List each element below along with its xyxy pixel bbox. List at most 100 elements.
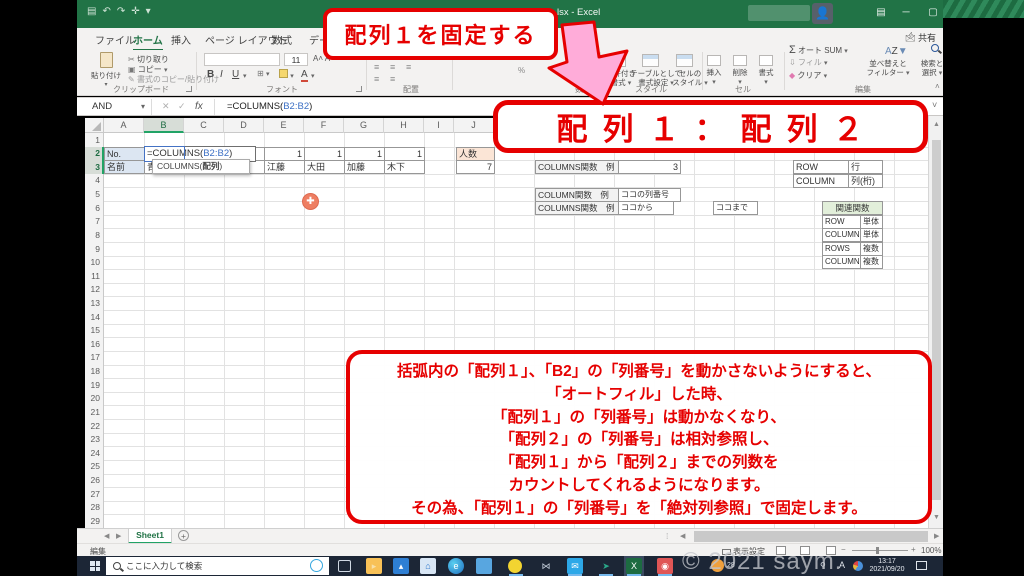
zoom-slider[interactable] [852, 550, 908, 551]
taskbar-search-input[interactable]: ここに入力して検索 [106, 557, 329, 575]
touch-mode-icon[interactable]: ✛ [131, 6, 139, 17]
row-header-4[interactable]: 4 [95, 175, 100, 185]
store-icon[interactable]: ⌂ [420, 558, 436, 574]
column-header-A[interactable]: A [104, 118, 144, 133]
avatar[interactable]: 👤 [812, 3, 833, 24]
photos-icon[interactable]: ▴ [393, 558, 409, 574]
column-header-I[interactable]: I [424, 118, 454, 133]
enter-icon[interactable]: ✓ [178, 101, 186, 112]
column-header-J[interactable]: J [454, 118, 494, 133]
row-header-1[interactable]: 1 [95, 135, 100, 145]
rowcol-key[interactable]: ROW [793, 160, 849, 174]
zoom-level[interactable]: 100% [921, 546, 941, 555]
mail-icon[interactable]: ✉ [567, 558, 583, 574]
row-header-26[interactable]: 26 [91, 475, 100, 485]
related-val[interactable]: 複数 [860, 255, 883, 270]
cancel-icon[interactable]: ✕ [162, 101, 170, 112]
notification-center-icon[interactable] [916, 561, 927, 570]
sort-filter-button[interactable]: 並べ替えと フィルター ▾ [867, 59, 910, 78]
related-val[interactable]: 単体 [860, 228, 883, 243]
cell-row3-1[interactable]: 江藤 [264, 160, 305, 174]
ribbon-tab-1[interactable]: ホーム [133, 32, 163, 52]
sheet-next-icon[interactable]: ▶ [116, 532, 121, 540]
row-header-19[interactable]: 19 [91, 380, 100, 390]
bold-button[interactable]: B [207, 69, 214, 80]
related-val[interactable]: 複数 [860, 241, 883, 256]
sheet-prev-icon[interactable]: ◀ [104, 532, 109, 540]
cell-styles-button[interactable]: セルの スタイル ▾ [672, 69, 708, 88]
name-box[interactable]: AND [92, 101, 112, 112]
row-header-16[interactable]: 16 [91, 339, 100, 349]
redo-icon[interactable]: ↷ [117, 6, 125, 17]
ribbon-display-options-icon[interactable]: ▤ [870, 5, 892, 21]
ribbon-tab-0[interactable]: ファイル [95, 32, 135, 47]
cell-row3-3[interactable]: 加藤 [344, 160, 385, 174]
row-header-7[interactable]: 7 [95, 216, 100, 226]
related-key[interactable]: COLUMN [822, 228, 861, 243]
sheet-tab[interactable]: Sheet1 [128, 529, 172, 544]
cortana-icon[interactable] [310, 559, 323, 572]
scroll-up-icon[interactable]: ▲ [933, 121, 940, 128]
row-header-11[interactable]: 11 [91, 271, 100, 281]
task-view-icon[interactable] [338, 560, 351, 572]
row-header-27[interactable]: 27 [91, 489, 100, 499]
tab-splitter[interactable]: ⁞ [666, 531, 668, 541]
zoom-in-icon[interactable]: + [911, 545, 916, 554]
format-cells-button[interactable]: 書式 ▾ [759, 68, 774, 87]
app-icon-wings[interactable]: ⋈ [538, 558, 554, 574]
file-explorer-icon[interactable]: ▸ [366, 558, 382, 574]
table1-label[interactable]: COLUMNS関数 例 [535, 160, 619, 174]
table3-to[interactable]: ココまで [713, 201, 758, 215]
clear-button[interactable]: ◆ クリア ▾ [789, 70, 827, 81]
save-icon[interactable]: ▤ [87, 6, 96, 17]
cell-row3-4[interactable]: 木下 [384, 160, 425, 174]
table1-value[interactable]: 3 [618, 160, 681, 174]
row-header-28[interactable]: 28 [91, 502, 100, 512]
cell-row2-3[interactable]: 1 [344, 147, 385, 161]
undo-icon[interactable]: ↶ [102, 6, 110, 17]
row-header-17[interactable]: 17 [91, 352, 100, 362]
minimize-button[interactable]: ─ [895, 5, 917, 21]
column-header-G[interactable]: G [344, 118, 384, 133]
column-header-B[interactable]: B [144, 118, 184, 133]
select-all-corner[interactable] [85, 118, 104, 133]
cell-row3-2[interactable]: 大田 [304, 160, 345, 174]
row-header-25[interactable]: 25 [91, 461, 100, 471]
italic-button[interactable]: I [220, 69, 223, 80]
maximize-button[interactable]: ▢ [922, 5, 944, 21]
align-left-icon[interactable]: ≡ [374, 62, 379, 72]
tray-app-icon[interactable] [853, 561, 863, 571]
recorder-icon[interactable]: ◉ [657, 558, 673, 574]
collapse-ribbon-icon[interactable]: ˄ [935, 82, 940, 91]
autosum-button[interactable]: Σ オート SUM ▾ [789, 44, 848, 56]
row-header-18[interactable]: 18 [91, 366, 100, 376]
cell-A3[interactable]: 名前 [104, 160, 145, 174]
row-header-3[interactable]: 3 [95, 162, 100, 172]
fill-color-icon[interactable]: ▾ [279, 69, 294, 80]
font-color-dropdown-icon[interactable]: ▾ [311, 71, 315, 80]
font-size-input[interactable]: 11 [284, 53, 308, 66]
row-header-10[interactable]: 10 [91, 257, 100, 267]
cell-J3[interactable]: 7 [456, 160, 495, 174]
underline-button[interactable]: U [232, 69, 239, 80]
zoom-slider-thumb[interactable] [876, 547, 879, 554]
font-name-input[interactable] [204, 53, 280, 66]
percent-style-icon[interactable]: % [518, 66, 525, 75]
hscroll-right-icon[interactable]: ▶ [934, 532, 939, 540]
app-icon-arrow[interactable]: ➤ [598, 558, 614, 574]
align-right-icon[interactable]: ≡ [406, 62, 411, 72]
row-header-13[interactable]: 13 [91, 298, 100, 308]
row-header-6[interactable]: 6 [95, 203, 100, 213]
underline-dropdown-icon[interactable]: ▾ [243, 71, 247, 80]
row-header-20[interactable]: 20 [91, 393, 100, 403]
related-functions-header[interactable]: 関連関数 [822, 201, 883, 215]
add-sheet-icon[interactable]: + [178, 530, 189, 541]
row-header-22[interactable]: 22 [91, 421, 100, 431]
row-header-23[interactable]: 23 [91, 434, 100, 444]
table3-from[interactable]: ココから [618, 201, 674, 215]
insert-cells-button[interactable]: 挿入 ▾ [707, 68, 722, 87]
excel-icon[interactable]: X [626, 558, 642, 574]
column-header-D[interactable]: D [224, 118, 264, 133]
indent-icon[interactable]: ≡ [374, 74, 379, 84]
related-val[interactable]: 単体 [860, 214, 883, 229]
